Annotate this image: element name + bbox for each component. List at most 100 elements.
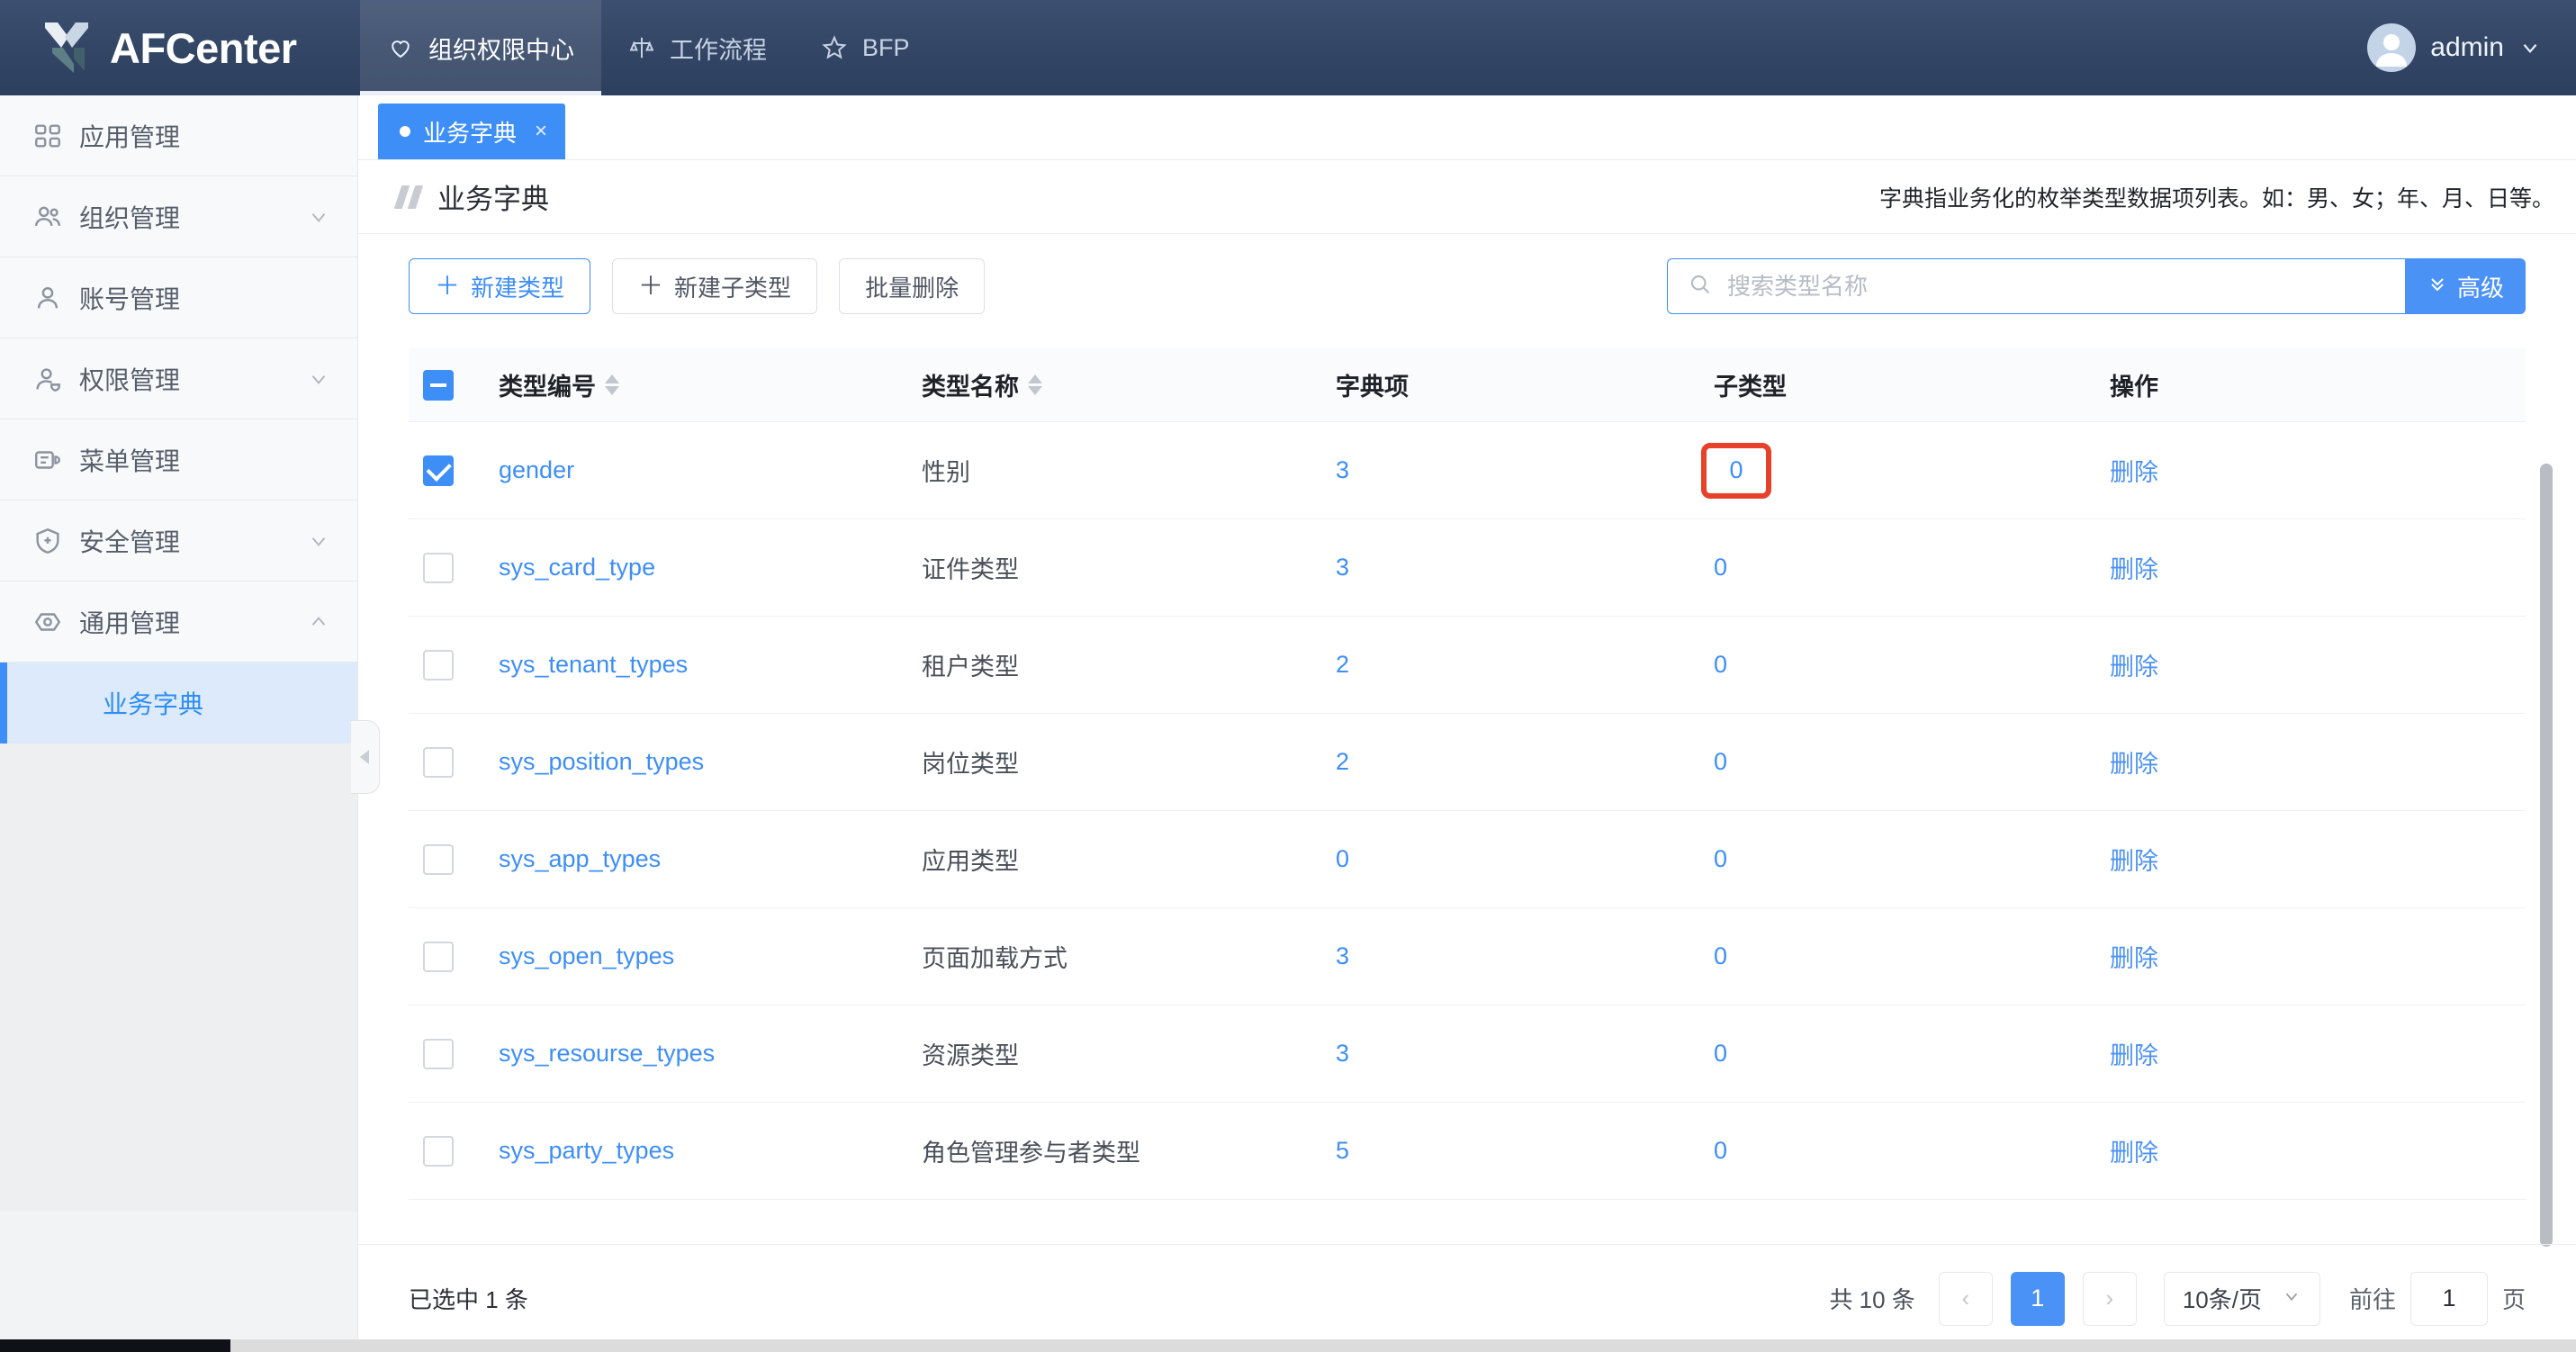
brand-area: AFCenter (0, 0, 360, 95)
cell-subtype-count[interactable]: 0 (1714, 942, 2110, 970)
cell-subtype-count[interactable]: 0 (1701, 442, 2110, 499)
table-vertical-scrollbar[interactable] (2540, 464, 2553, 1247)
close-icon[interactable]: × (535, 121, 547, 142)
page-size-select[interactable]: 10条/页 (2163, 1271, 2320, 1326)
sidebar-item-general[interactable]: 通用管理 (0, 581, 357, 662)
row-checkbox[interactable] (423, 552, 454, 583)
prev-page-button[interactable]: ‹ (1938, 1271, 1993, 1326)
sidebar-item-menu[interactable]: 菜单管理 (0, 419, 357, 500)
sidebar-label-business-dictionary: 业务字典 (103, 690, 204, 718)
cell-type-code[interactable]: gender (499, 456, 922, 484)
new-type-button[interactable]: ＋ 新建类型 (409, 258, 591, 314)
delete-link[interactable]: 删除 (2110, 744, 2506, 780)
batch-delete-button[interactable]: 批量删除 (839, 258, 986, 314)
sidebar-item-apps[interactable]: 应用管理 (0, 95, 357, 176)
row-checkbox[interactable] (423, 746, 454, 778)
cell-dict-items-count[interactable]: 5 (1336, 1137, 1714, 1165)
table-row[interactable]: sys_tenant_types 租户类型 2 0 删除 (409, 617, 2526, 714)
cell-type-code[interactable]: sys_position_types (499, 748, 922, 776)
cell-type-code[interactable]: sys_open_types (499, 942, 922, 970)
search-box[interactable] (1666, 258, 2405, 314)
advanced-search-button[interactable]: 高级 (2404, 258, 2526, 314)
top-nav-item-bfp[interactable]: BFP (794, 0, 937, 95)
cell-subtype-count[interactable]: 0 (1714, 1137, 2110, 1165)
cell-dict-items-count[interactable]: 0 (1336, 845, 1714, 873)
window-horizontal-scrollbar[interactable] (0, 1339, 2576, 1352)
cell-subtype-count[interactable]: 0 (1714, 554, 2110, 581)
cell-dict-items-count[interactable]: 2 (1336, 748, 1714, 776)
top-nav-item-org[interactable]: 组织权限中心 (360, 0, 601, 95)
cell-type-code[interactable]: sys_tenant_types (499, 651, 922, 679)
cell-type-code[interactable]: sys_card_type (499, 554, 922, 581)
delete-link[interactable]: 删除 (2110, 647, 2506, 682)
row-checkbox[interactable] (423, 1038, 454, 1069)
delete-link[interactable]: 删除 (2110, 842, 2506, 877)
tab-business-dictionary[interactable]: 业务字典 × (378, 104, 566, 159)
table-row[interactable]: sys_party_types 角色管理参与者类型 5 0 删除 (409, 1103, 2526, 1200)
cell-dict-items-count[interactable]: 3 (1336, 554, 1714, 581)
cell-subtype-count[interactable]: 0 (1714, 651, 2110, 679)
goto-page-input[interactable] (2409, 1271, 2488, 1326)
row-checkbox[interactable] (423, 941, 454, 972)
sidebar-item-org[interactable]: 组织管理 (0, 176, 357, 257)
row-select-cell (409, 941, 499, 972)
next-page-button[interactable]: › (2082, 1271, 2137, 1326)
tab-strip: 业务字典 × (358, 95, 2576, 160)
delete-link[interactable]: 删除 (2110, 550, 2506, 585)
shield-plus-icon (32, 526, 63, 556)
cell-type-code[interactable]: sys_app_types (499, 845, 922, 873)
cell-subtype-count[interactable]: 0 (1714, 845, 2110, 873)
sidebar-item-security[interactable]: 安全管理 (0, 500, 357, 581)
row-checkbox[interactable] (423, 455, 454, 486)
cell-type-code[interactable]: sys_resourse_types (499, 1040, 922, 1068)
sidebar-item-business-dictionary[interactable]: 业务字典 (0, 662, 357, 744)
goto-page-group: 前往 页 (2349, 1271, 2526, 1326)
cell-type-code[interactable]: sys_party_types (499, 1137, 922, 1165)
top-nav-item-workflow[interactable]: 工作流程 (601, 0, 794, 95)
row-checkbox[interactable] (423, 649, 454, 681)
select-all-checkbox[interactable] (423, 369, 454, 401)
page-number-1[interactable]: 1 (2010, 1271, 2065, 1326)
batch-delete-label: 批量删除 (865, 274, 959, 302)
delete-link[interactable]: 删除 (2110, 453, 2506, 488)
new-subtype-button[interactable]: ＋ 新建子类型 (612, 258, 818, 314)
cell-subtype-count[interactable]: 0 (1714, 748, 2110, 776)
menu-list-icon (32, 445, 63, 475)
sort-icon[interactable] (1028, 374, 1042, 395)
row-checkbox[interactable] (423, 843, 454, 875)
afcenter-logo-icon (41, 21, 92, 75)
user-menu[interactable]: admin (2367, 0, 2542, 95)
sidebar-collapse-handle[interactable] (351, 720, 380, 794)
table-row[interactable]: sys_resourse_types 资源类型 3 0 删除 (409, 1005, 2526, 1103)
cell-dict-items-count[interactable]: 3 (1336, 1040, 1714, 1068)
sidebar-filler (0, 744, 357, 1212)
header-name[interactable]: 类型名称 (922, 367, 1336, 402)
delete-link[interactable]: 删除 (2110, 1036, 2506, 1071)
cell-dict-items-count[interactable]: 3 (1336, 456, 1714, 484)
header-code[interactable]: 类型编号 (499, 367, 922, 402)
delete-link[interactable]: 删除 (2110, 1133, 2506, 1168)
top-nav-label-bfp: BFP (862, 33, 910, 61)
table-row[interactable]: sys_card_type 证件类型 3 0 删除 (409, 519, 2526, 617)
cell-type-name: 租户类型 (922, 653, 1019, 681)
table-header-row: 类型编号 类型名称 字典项 子类型 操作 (409, 348, 2526, 422)
sort-icon[interactable] (605, 374, 619, 395)
delete-link[interactable]: 删除 (2110, 939, 2506, 974)
search-area: 高级 (1666, 258, 2526, 314)
cell-subtype-count[interactable]: 0 (1714, 1040, 2110, 1068)
page-size-label: 10条/页 (2182, 1286, 2262, 1313)
cell-dict-items-count[interactable]: 3 (1336, 942, 1714, 970)
row-checkbox[interactable] (423, 1135, 454, 1167)
scrollbar-thumb[interactable] (0, 1339, 230, 1352)
sidebar-item-account[interactable]: 账号管理 (0, 257, 357, 338)
sidebar-item-permission[interactable]: 权限管理 (0, 338, 357, 419)
org-users-icon (32, 202, 63, 232)
new-subtype-label: 新建子类型 (674, 274, 792, 302)
table-row[interactable]: sys_app_types 应用类型 0 0 删除 (409, 811, 2526, 908)
chevron-down-icon (307, 367, 330, 391)
table-row[interactable]: gender 性别 3 0 删除 (409, 422, 2526, 519)
table-row[interactable]: sys_position_types 岗位类型 2 0 删除 (409, 714, 2526, 811)
table-row[interactable]: sys_open_types 页面加载方式 3 0 删除 (409, 908, 2526, 1005)
cell-dict-items-count[interactable]: 2 (1336, 651, 1714, 679)
search-input[interactable] (1726, 272, 2357, 301)
